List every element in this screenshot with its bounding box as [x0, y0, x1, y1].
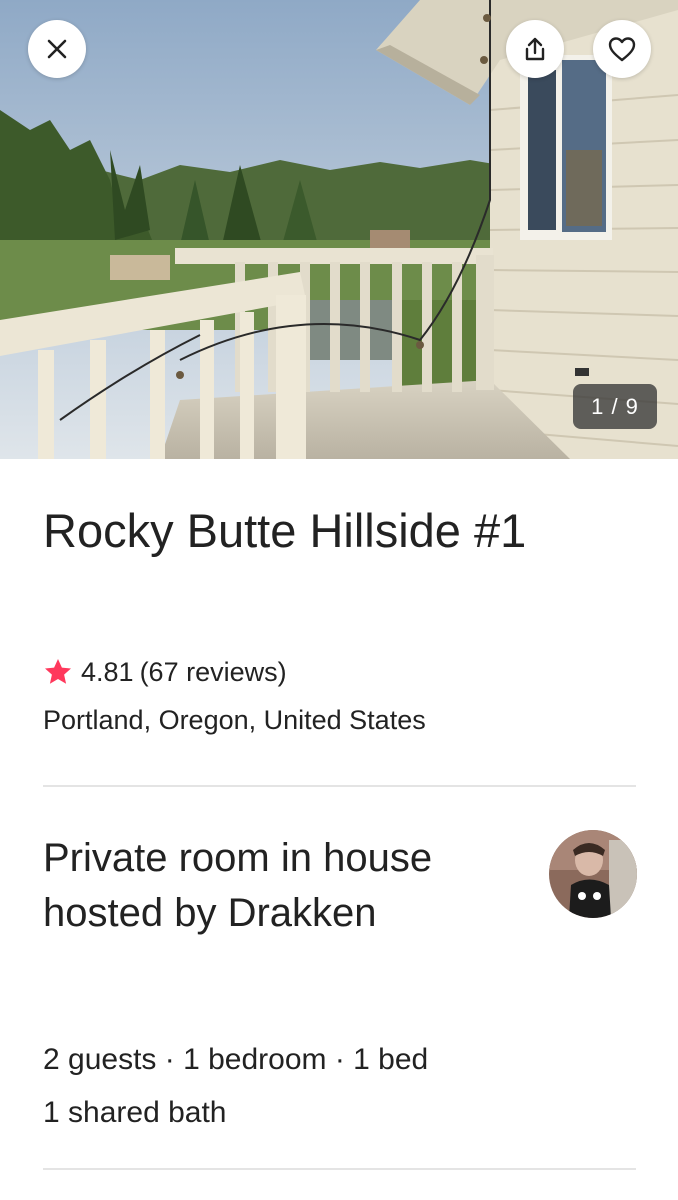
heart-icon: [608, 37, 636, 62]
divider: [43, 1168, 636, 1170]
star-icon: [43, 657, 73, 687]
save-button[interactable]: [593, 20, 651, 78]
share-icon: [525, 37, 545, 61]
room-capacity: 2 guests · 1 bedroom · 1 bed: [43, 1043, 429, 1076]
listing-page: 1 / 9 Rocky Butte Hillside #1 4.81 (67 r…: [0, 0, 678, 1200]
room-type-label: Private room in house: [43, 836, 433, 880]
host-avatar[interactable]: [549, 830, 637, 918]
share-button[interactable]: [506, 20, 564, 78]
close-icon: [47, 39, 67, 59]
room-details: 2 guests · 1 bedroom · 1 bed 1 shared ba…: [43, 1033, 428, 1139]
listing-photo-gallery[interactable]: 1 / 9: [0, 0, 678, 459]
room-bath: 1 shared bath: [43, 1096, 227, 1129]
rating-value: 4.81: [81, 656, 134, 687]
listing-location[interactable]: Portland, Oregon, United States: [43, 703, 426, 737]
room-type-heading: Private room in house hosted by Drakken: [43, 831, 513, 941]
photo-counter: 1 / 9: [573, 384, 657, 429]
host-label: hosted by Drakken: [43, 891, 377, 935]
rating-row[interactable]: 4.81 (67 reviews): [43, 655, 287, 689]
review-count-link[interactable]: (67 reviews): [140, 657, 287, 688]
close-button[interactable]: [28, 20, 86, 78]
listing-title: Rocky Butte Hillside #1: [43, 504, 527, 557]
divider: [43, 785, 636, 787]
